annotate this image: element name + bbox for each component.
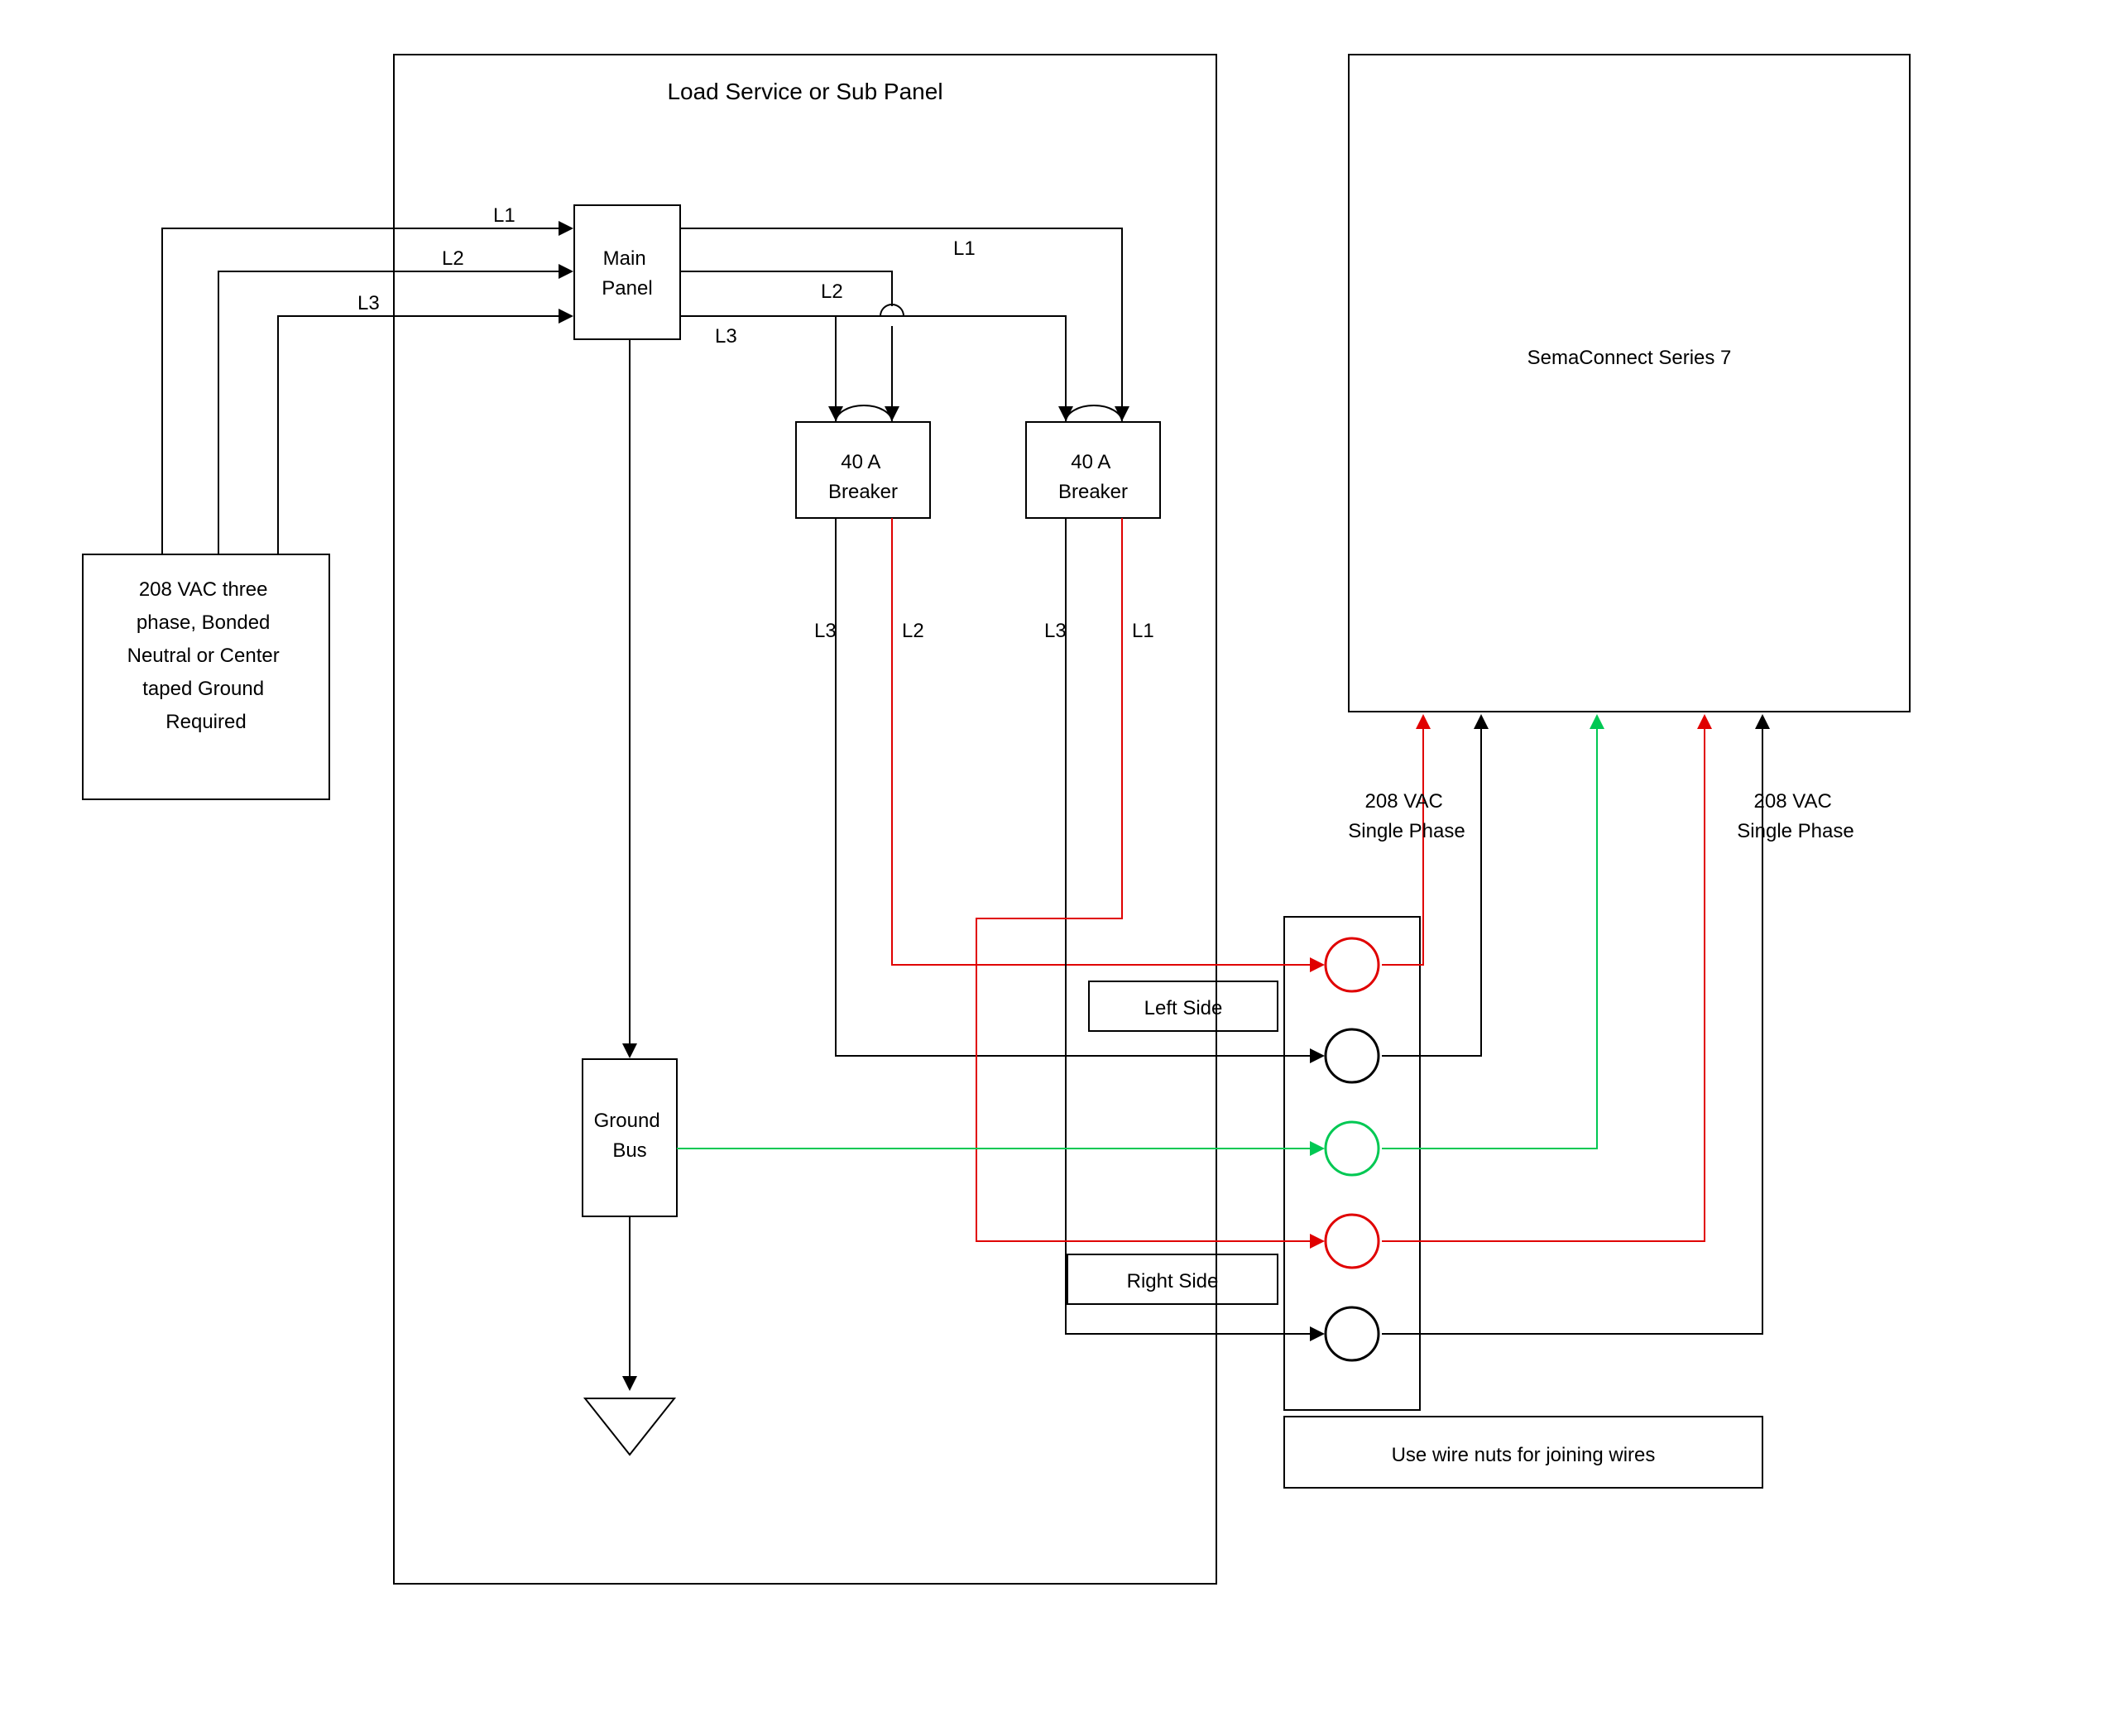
- feed-l1: [162, 228, 571, 554]
- right-side-label: Right Side: [1127, 1270, 1219, 1292]
- terminal-red-bottom: [1326, 1215, 1379, 1268]
- mp-l1-label: L1: [953, 237, 976, 260]
- mp-l3-label: L3: [715, 325, 737, 348]
- wiring-diagram: Load Service or Sub Panel 208 VAC three …: [0, 0, 2110, 1736]
- brkL-l3: [836, 518, 1322, 1056]
- sema-left-voltage: 208 VAC Single Phase: [1348, 790, 1465, 842]
- semaconnect-box: [1349, 55, 1910, 712]
- brkL-l3-lbl: L3: [814, 620, 837, 642]
- panel-title: Load Service or Sub Panel: [667, 79, 942, 104]
- terminal-black-top: [1326, 1029, 1379, 1082]
- mp-l1: [680, 228, 1122, 419]
- feed-l2-label: L2: [442, 247, 464, 270]
- brkR-l3-lbl: L3: [1044, 620, 1067, 642]
- mp-l2a: [680, 271, 892, 306]
- source-text: 208 VAC three phase, Bonded Neutral or C…: [127, 578, 285, 733]
- sub-panel-box: [394, 55, 1216, 1584]
- breaker-right-label: 40 A Breaker: [1058, 451, 1128, 503]
- terminal-red-top: [1326, 938, 1379, 991]
- brkL-l2-lbl: L2: [902, 620, 924, 642]
- brkR-l1-lbl: L1: [1132, 620, 1154, 642]
- ground-bus-box: [583, 1059, 677, 1216]
- sema-right-voltage: 208 VAC Single Phase: [1737, 790, 1853, 842]
- terminal-black-bottom: [1326, 1307, 1379, 1360]
- breaker-left-link: [836, 405, 892, 422]
- feed-l1-label: L1: [493, 204, 516, 227]
- breaker-right-link: [1066, 405, 1122, 422]
- ground-bus-label: Ground Bus: [594, 1110, 666, 1162]
- terminal-green: [1326, 1122, 1379, 1175]
- main-panel-box: [574, 205, 680, 339]
- wire-nuts-label: Use wire nuts for joining wires: [1392, 1444, 1656, 1466]
- mp-l2-label: L2: [821, 281, 843, 303]
- left-side-label: Left Side: [1144, 997, 1223, 1019]
- breaker-left-label: 40 A Breaker: [828, 451, 898, 503]
- mp-l2-hop: [880, 305, 904, 316]
- feed-l3: [278, 316, 571, 554]
- semaconnect-label: SemaConnect Series 7: [1527, 347, 1732, 369]
- sema-ground: [1382, 717, 1597, 1149]
- mp-l3-right: [680, 316, 1066, 419]
- feed-l3-label: L3: [357, 292, 380, 314]
- sema-left-black: [1382, 717, 1481, 1056]
- main-panel-label: Main Panel: [602, 247, 652, 300]
- earth-symbol: [585, 1398, 674, 1455]
- brkL-l2: [892, 518, 1322, 965]
